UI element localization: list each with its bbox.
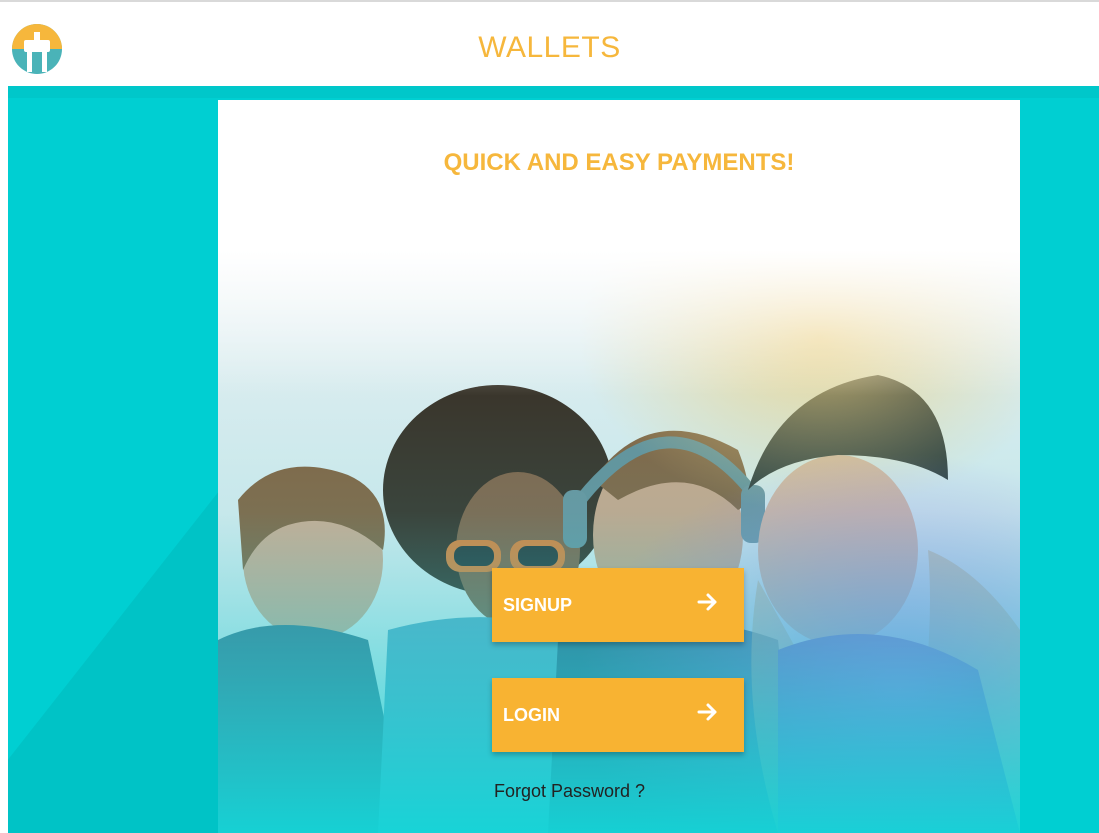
signup-button-label: SIGNUP [503,595,573,615]
signup-button[interactable]: SIGNUP [492,568,744,642]
forgot-password-link[interactable]: Forgot Password ? [494,780,645,802]
app-title: WALLETS [478,31,621,64]
app-header: WALLETS [0,0,1099,86]
welcome-card: QUICK AND EASY PAYMENTS! SIGNUP LOGIN Fo… [218,100,1020,833]
arrow-right-icon [697,703,717,721]
background-strip [8,86,1099,98]
arrow-right-icon [697,593,717,611]
card-headline: QUICK AND EASY PAYMENTS! [443,149,795,176]
login-button-label: LOGIN [503,705,560,725]
login-button[interactable]: LOGIN [492,678,744,752]
